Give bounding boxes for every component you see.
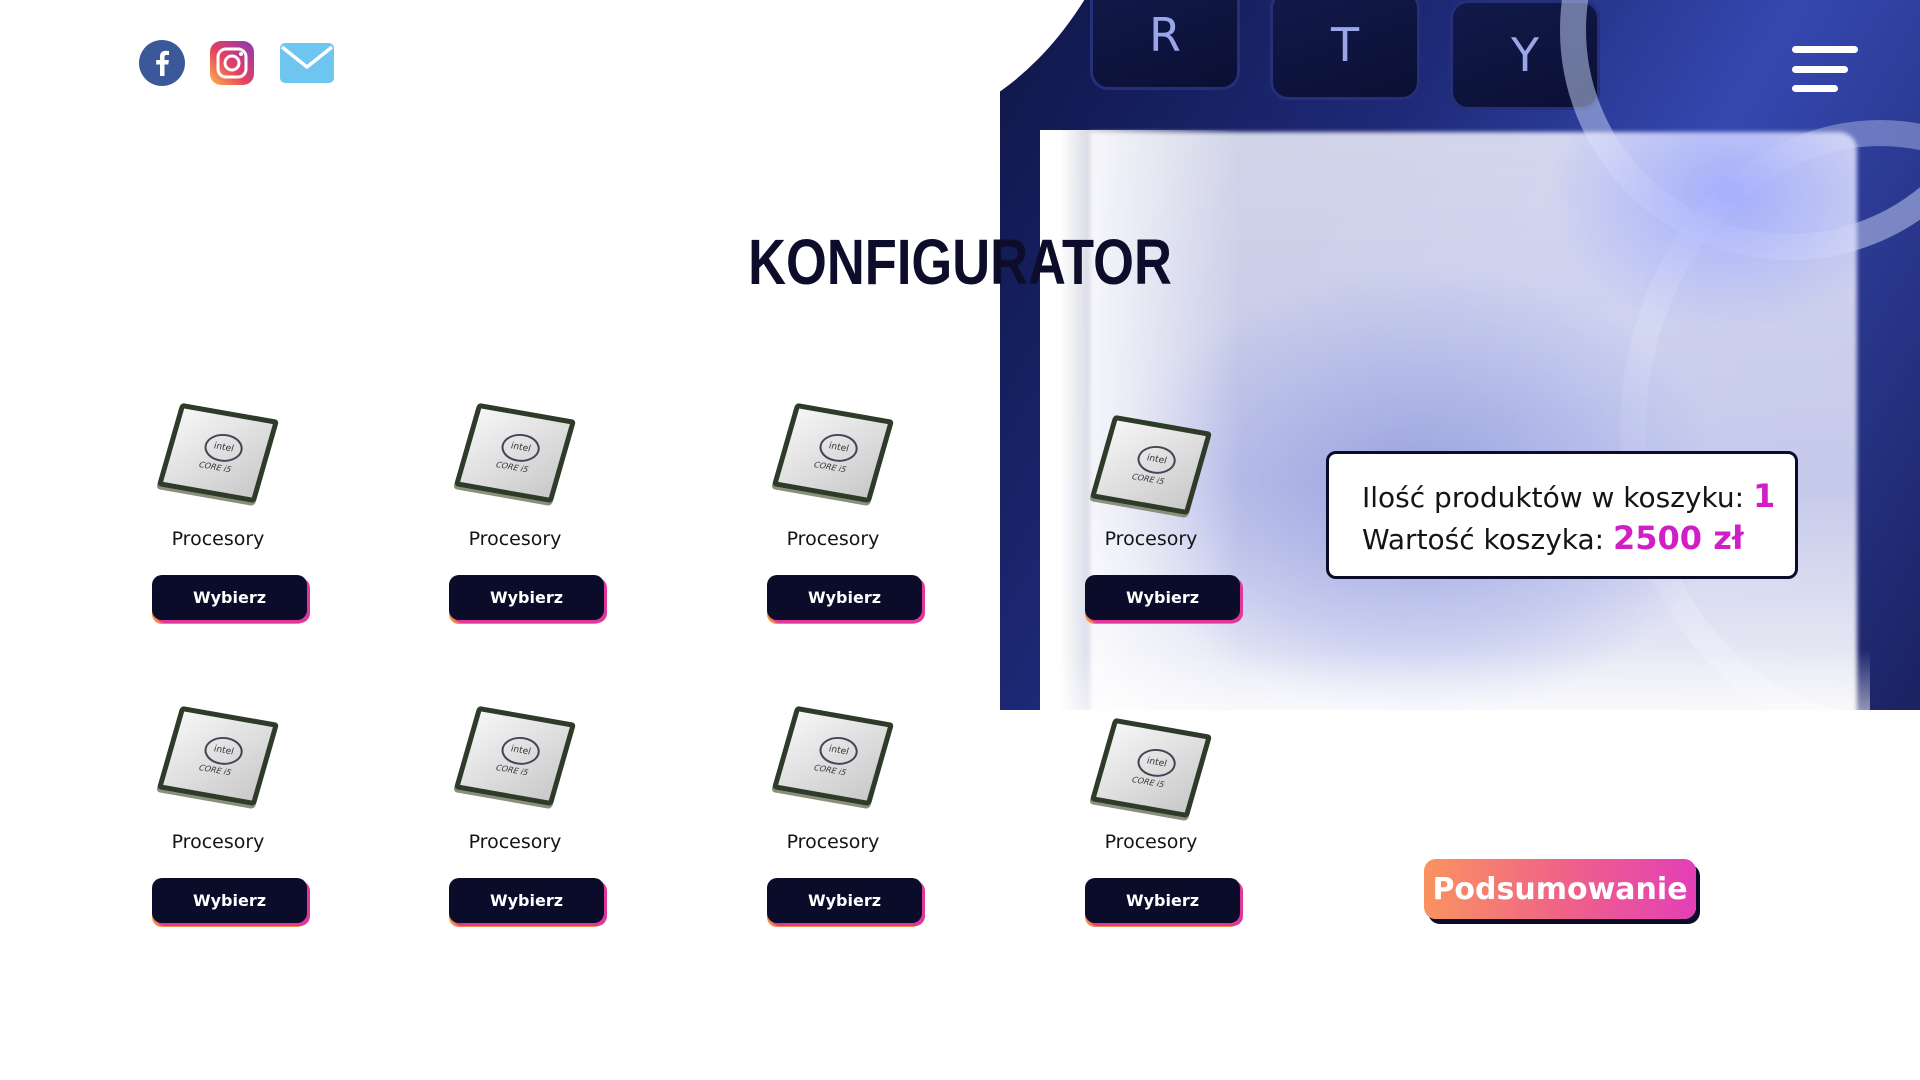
intel-logo: intel [498, 431, 544, 465]
cart-count-label: Ilość produktów w koszyku: [1362, 481, 1745, 514]
page-title: KONFIGURATOR [748, 226, 1172, 298]
product-label: Procesory [171, 528, 265, 550]
intel-logo: intel [498, 734, 544, 768]
chip-model: CORE i5 [494, 460, 530, 475]
social-links [139, 40, 335, 86]
select-button[interactable]: Wybierz [1085, 878, 1240, 923]
product-label: Procesory [1104, 831, 1198, 853]
product-card: intel CORE i5 Procesory Wybierz [118, 705, 318, 933]
hamburger-menu-icon[interactable] [1792, 46, 1858, 92]
cart-total-value: 2500 zł [1612, 519, 1744, 557]
select-button[interactable]: Wybierz [767, 575, 922, 620]
product-label: Procesory [468, 831, 562, 853]
facebook-icon[interactable] [139, 40, 185, 86]
intel-logo: intel [201, 431, 247, 465]
chip-model: CORE i5 [494, 763, 530, 778]
product-card: intel CORE i5 Procesory Wybierz [733, 402, 933, 630]
product-card: intel CORE i5 Procesory Wybierz [1051, 713, 1251, 933]
chip-model: CORE i5 [1130, 775, 1166, 790]
menu-line [1792, 65, 1848, 73]
cpu-image: intel CORE i5 [1089, 717, 1213, 819]
cpu-image: intel CORE i5 [1089, 414, 1213, 516]
product-label: Procesory [786, 831, 880, 853]
chip-model: CORE i5 [812, 460, 848, 475]
mail-icon[interactable] [279, 40, 335, 86]
product-card: intel CORE i5 Procesory Wybierz [118, 402, 318, 630]
cpu-image: intel CORE i5 [156, 402, 280, 504]
select-button[interactable]: Wybierz [152, 878, 307, 923]
product-label: Procesory [468, 528, 562, 550]
intel-logo: intel [201, 734, 247, 768]
intel-logo: intel [1134, 443, 1180, 477]
chip-model: CORE i5 [197, 763, 233, 778]
product-label: Procesory [786, 528, 880, 550]
cart-count-value: 1 [1752, 477, 1776, 515]
select-button[interactable]: Wybierz [449, 878, 604, 923]
product-card: intel CORE i5 Procesory Wybierz [415, 705, 615, 933]
cart-count-row: Ilość produktów w koszyku: 1 [1362, 476, 1795, 518]
keyboard-key: T [1270, 0, 1420, 100]
summary-button[interactable]: Podsumowanie [1424, 859, 1696, 919]
select-button[interactable]: Wybierz [1085, 575, 1240, 620]
intel-logo: intel [816, 431, 862, 465]
cart-summary-box: Ilość produktów w koszyku: 1 Wartość kos… [1326, 451, 1798, 579]
select-button[interactable]: Wybierz [449, 575, 604, 620]
cpu-image: intel CORE i5 [453, 705, 577, 807]
cart-total-row: Wartość koszyka: 2500 zł [1362, 518, 1795, 560]
cpu-image: intel CORE i5 [156, 705, 280, 807]
cart-total-label: Wartość koszyka: [1362, 523, 1605, 556]
menu-line [1792, 85, 1838, 92]
cpu-image: intel CORE i5 [771, 402, 895, 504]
select-button[interactable]: Wybierz [152, 575, 307, 620]
chip-model: CORE i5 [812, 763, 848, 778]
keyboard-key: R [1090, 0, 1240, 90]
product-card: intel CORE i5 Procesory Wybierz [1051, 410, 1251, 630]
instagram-icon[interactable] [209, 40, 255, 86]
chip-model: CORE i5 [1130, 472, 1166, 487]
menu-line [1792, 46, 1858, 53]
chip-model: CORE i5 [197, 460, 233, 475]
product-card: intel CORE i5 Procesory Wybierz [415, 402, 615, 630]
intel-logo: intel [816, 734, 862, 768]
product-label: Procesory [1104, 528, 1198, 550]
product-label: Procesory [171, 831, 265, 853]
intel-logo: intel [1134, 746, 1180, 780]
product-card: intel CORE i5 Procesory Wybierz [733, 705, 933, 933]
select-button[interactable]: Wybierz [767, 878, 922, 923]
cpu-image: intel CORE i5 [771, 705, 895, 807]
cpu-image: intel CORE i5 [453, 402, 577, 504]
